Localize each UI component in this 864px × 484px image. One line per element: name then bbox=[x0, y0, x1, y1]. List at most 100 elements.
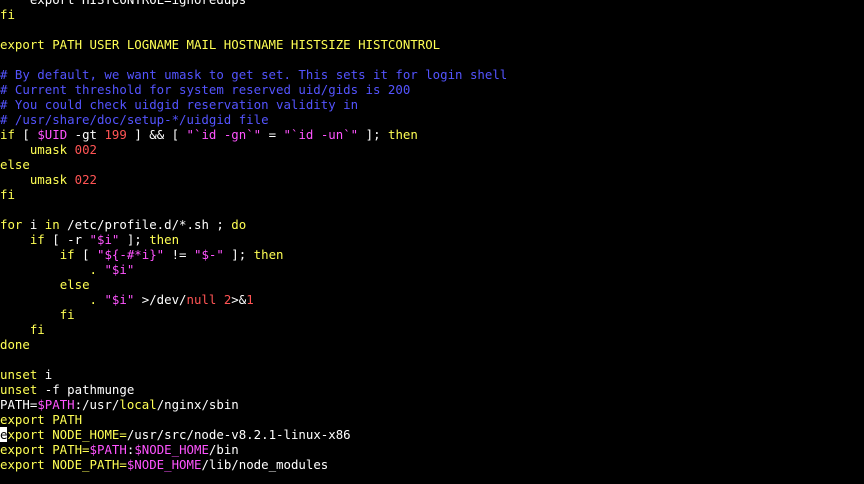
code-token: "`id -un`" bbox=[283, 127, 359, 142]
code-token: "`id -gn`" bbox=[186, 127, 262, 142]
code-token: :/usr/ bbox=[74, 397, 120, 412]
code-line: export HISTCONTROL=ignoredups bbox=[0, 0, 864, 7]
code-token: "${-#*i}" bbox=[97, 247, 165, 262]
code-line: export NODE_HOME=/usr/src/node-v8.2.1-li… bbox=[0, 427, 864, 442]
code-token: 1 bbox=[246, 292, 254, 307]
code-token: ]; bbox=[119, 232, 150, 247]
code-token: $PATH bbox=[37, 397, 75, 412]
code-token: -f pathmunge bbox=[37, 382, 135, 397]
code-line: # Current threshold for system reserved … bbox=[0, 82, 864, 97]
code-token: . bbox=[0, 292, 105, 307]
code-token: then bbox=[388, 127, 418, 142]
code-line: export PATH=$PATH:$NODE_HOME/bin bbox=[0, 442, 864, 457]
code-token: "$i" bbox=[89, 232, 120, 247]
code-token: "$i" bbox=[104, 292, 135, 307]
code-token: -gt bbox=[67, 127, 105, 142]
code-token: $UID bbox=[37, 127, 68, 142]
code-line: fi bbox=[0, 322, 864, 337]
code-line: for i in /etc/profile.d/*.sh ; do bbox=[0, 217, 864, 232]
code-token: 002 bbox=[74, 142, 97, 157]
code-line: export PATH bbox=[0, 412, 864, 427]
code-line: if [ $UID -gt 199 ] && [ "`id -gn`" = "`… bbox=[0, 127, 864, 142]
code-token: ]; bbox=[358, 127, 388, 142]
code-line: # By default, we want umask to get set. … bbox=[0, 67, 864, 82]
code-line: unset i bbox=[0, 367, 864, 382]
code-token: i bbox=[22, 217, 45, 232]
code-line: else bbox=[0, 277, 864, 292]
code-token: local bbox=[119, 397, 157, 412]
code-token: . bbox=[0, 262, 105, 277]
code-token: >/dev/ bbox=[134, 292, 187, 307]
code-token: "$-" bbox=[193, 247, 224, 262]
code-token: export HISTCONTROL=ignoredups bbox=[0, 0, 246, 7]
code-line: # You could check uidgid reservation val… bbox=[0, 97, 864, 112]
code-line: # /usr/share/doc/setup-*/uidgid file bbox=[0, 112, 864, 127]
code-token: = bbox=[261, 127, 284, 142]
terminal-editor[interactable]: export HISTCONTROL=ignoredupsfi export P… bbox=[0, 0, 864, 472]
code-line: . "$i" bbox=[0, 262, 864, 277]
code-token: export PATH= bbox=[0, 442, 90, 457]
code-token: [ bbox=[74, 247, 97, 262]
code-line: if [ -r "$i" ]; then bbox=[0, 232, 864, 247]
code-line: PATH=$PATH:/usr/local/nginx/sbin bbox=[0, 397, 864, 412]
code-line: . "$i" >/dev/null 2>&1 bbox=[0, 292, 864, 307]
code-line: umask 002 bbox=[0, 142, 864, 157]
code-line: fi bbox=[0, 7, 864, 22]
code-token: 022 bbox=[74, 172, 97, 187]
code-token: else bbox=[0, 157, 30, 172]
code-line: fi bbox=[0, 307, 864, 322]
code-token: /nginx/sbin bbox=[156, 397, 239, 412]
code-token: i bbox=[37, 367, 53, 382]
code-token: fi bbox=[0, 187, 15, 202]
code-token: != bbox=[164, 247, 194, 262]
code-line: export NODE_PATH=$NODE_HOME/lib/node_mod… bbox=[0, 457, 864, 472]
code-token: else bbox=[59, 277, 90, 292]
code-token: unset bbox=[0, 382, 38, 397]
code-line: umask 022 bbox=[0, 172, 864, 187]
code-token: if bbox=[0, 127, 15, 142]
code-token: export PATH USER LOGNAME MAIL HOSTNAME H… bbox=[0, 37, 441, 52]
code-token: ] && [ bbox=[126, 127, 187, 142]
code-token: # Current threshold for system reserved … bbox=[0, 82, 411, 97]
code-token: fi bbox=[29, 322, 45, 337]
code-token: $NODE_HOME bbox=[126, 457, 202, 472]
code-token: 199 bbox=[104, 127, 127, 142]
code-token: # By default, we want umask to get set. … bbox=[0, 67, 508, 82]
code-token: [ bbox=[14, 127, 38, 142]
code-token: if bbox=[59, 247, 75, 262]
code-token: if bbox=[29, 232, 45, 247]
code-token: done bbox=[0, 337, 30, 352]
code-token: # You could check uidgid reservation val… bbox=[0, 97, 359, 112]
code-line: fi bbox=[0, 187, 864, 202]
code-token: export NODE_PATH= bbox=[0, 457, 127, 472]
code-line: else bbox=[0, 157, 864, 172]
code-line: if [ "${-#*i}" != "$-" ]; then bbox=[0, 247, 864, 262]
code-token: ]; bbox=[223, 247, 254, 262]
code-token: $PATH bbox=[89, 442, 127, 457]
code-token: /bin bbox=[208, 442, 239, 457]
code-token: fi bbox=[0, 7, 15, 22]
code-token: "$i" bbox=[104, 262, 135, 277]
code-token: /etc/profile.d/*.sh ; bbox=[59, 217, 232, 232]
code-token: then bbox=[253, 247, 284, 262]
code-token: null bbox=[186, 292, 217, 307]
code-token: # /usr/share/doc/setup-*/uidgid file bbox=[0, 112, 269, 127]
code-token: export PATH bbox=[0, 412, 83, 427]
code-token: umask bbox=[0, 142, 75, 157]
code-token: in bbox=[44, 217, 60, 232]
code-token: >& bbox=[231, 292, 247, 307]
code-line: unset -f pathmunge bbox=[0, 382, 864, 397]
code-line: export PATH USER LOGNAME MAIL HOSTNAME H… bbox=[0, 37, 864, 52]
code-token: then bbox=[149, 232, 180, 247]
code-token: for bbox=[0, 217, 23, 232]
code-token: /lib/node_modules bbox=[201, 457, 329, 472]
